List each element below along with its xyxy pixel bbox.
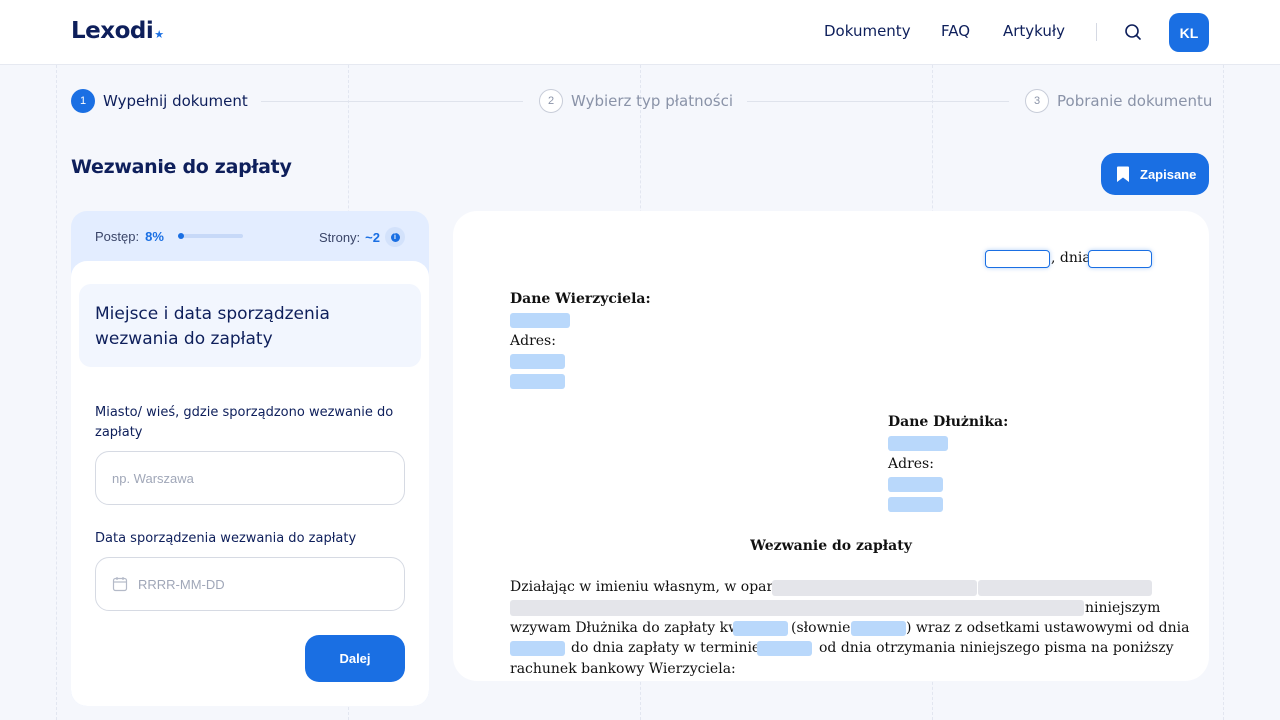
- nav-link-dokumenty[interactable]: Dokumenty: [824, 22, 911, 40]
- placeholder-creditor-city[interactable]: [510, 374, 565, 389]
- placeholder-legal-basis-cont[interactable]: [978, 580, 1152, 596]
- progress-bar: [178, 233, 243, 239]
- nav-link-faq[interactable]: FAQ: [941, 22, 970, 40]
- pages-label: Strony:: [318, 229, 361, 245]
- placeholder-creditor-address[interactable]: [510, 354, 565, 369]
- pages-indicator: Strony: ~2 i: [319, 227, 405, 247]
- calendar-icon: [112, 577, 128, 592]
- paragraph-line-1: Działając w imieniu własnym, w oparciu o: [510, 579, 808, 595]
- city-field-label: Miasto/ wieś, gdzie sporządzono wezwanie…: [95, 405, 394, 440]
- logo-star-icon: ★: [154, 28, 164, 41]
- saved-button-label: Zapisane: [1140, 166, 1197, 182]
- placeholder-legal-basis[interactable]: [772, 580, 977, 596]
- grid-line: [56, 65, 57, 720]
- form-body: Miejsce i data sporządzenia wezwania do …: [71, 261, 429, 706]
- placeholder-deadline[interactable]: [757, 641, 812, 656]
- info-icon[interactable]: i: [385, 227, 405, 247]
- placeholder-interest-date[interactable]: [510, 641, 565, 656]
- city-input[interactable]: np. Warszawa: [95, 451, 405, 505]
- step-connector: [261, 101, 523, 102]
- city-input-placeholder: np. Warszawa: [112, 470, 194, 486]
- paragraph-line-2-end: niniejszym: [1085, 600, 1161, 616]
- nav-divider: [1096, 23, 1097, 41]
- document-title: Wezwanie do zapłaty: [750, 538, 912, 554]
- paragraph-line-3b: (słownie:: [791, 620, 856, 636]
- date-input[interactable]: RRRR-MM-DD: [95, 557, 405, 611]
- search-icon[interactable]: [1122, 21, 1144, 43]
- debtor-heading: Dane Dłużnika:: [888, 414, 1009, 430]
- saved-button[interactable]: Zapisane: [1101, 153, 1209, 195]
- nav-link-artykuly[interactable]: Artykuły: [1003, 22, 1065, 40]
- placeholder-date-field[interactable]: [1088, 250, 1152, 268]
- progress-label: Postęp:: [95, 229, 140, 244]
- date-separator-text: , dnia: [1051, 250, 1091, 266]
- bookmark-icon: [1117, 166, 1129, 182]
- lexodi-logo[interactable]: Lexodi★: [71, 18, 164, 44]
- paragraph-line-4a: do dnia zapłaty w terminie: [571, 640, 761, 656]
- page-title: Wezwanie do zapłaty: [71, 156, 292, 178]
- placeholder-amount-words[interactable]: [851, 621, 906, 636]
- creditor-address-label: Adres:: [510, 333, 556, 349]
- placeholder-legal-basis-line2[interactable]: [510, 600, 1084, 616]
- next-button[interactable]: Dalej: [305, 635, 405, 682]
- creditor-heading: Dane Wierzyciela:: [510, 291, 651, 307]
- debtor-address-label: Adres:: [888, 456, 934, 472]
- step-1-number: 1: [71, 89, 95, 113]
- placeholder-city-field[interactable]: [985, 250, 1050, 268]
- progress-value: 8%: [145, 229, 164, 244]
- paragraph-line-3a: wzywam Dłużnika do zapłaty kwoty: [510, 620, 763, 636]
- paragraph-line-3c: ) wraz z odsetkami ustawowymi od dnia: [906, 620, 1190, 636]
- step-2-label: Wybierz typ płatności: [571, 92, 733, 110]
- step-1-label: Wypełnij dokument: [103, 92, 248, 110]
- progress-bar-fill: [178, 233, 184, 239]
- document-preview: , dnia Dane Wierzyciela: Adres: Dane Dłu…: [453, 211, 1209, 681]
- section-heading: Miejsce i data sporządzenia wezwania do …: [79, 284, 421, 367]
- paragraph-line-4b: od dnia otrzymania niniejszego pisma na …: [819, 640, 1174, 656]
- user-avatar[interactable]: KL: [1169, 13, 1209, 52]
- step-3-number: 3: [1025, 89, 1049, 113]
- placeholder-debtor-name[interactable]: [888, 436, 948, 451]
- placeholder-debtor-city[interactable]: [888, 497, 943, 512]
- placeholder-creditor-name[interactable]: [510, 313, 570, 328]
- pages-value: ~2: [365, 229, 380, 245]
- top-navigation-bar: Lexodi★ Dokumenty FAQ Artykuły KL: [0, 0, 1280, 65]
- paragraph-line-5: rachunek bankowy Wierzyciela:: [510, 661, 736, 677]
- date-input-placeholder: RRRR-MM-DD: [138, 576, 225, 592]
- step-2-number: 2: [539, 89, 563, 113]
- step-connector: [747, 101, 1009, 102]
- date-field-label: Data sporządzenia wezwania do zapłaty: [95, 531, 357, 546]
- placeholder-debtor-address[interactable]: [888, 477, 943, 492]
- placeholder-amount[interactable]: [733, 621, 788, 636]
- grid-line: [1223, 65, 1224, 720]
- form-panel: Postęp: 8% Strony: ~2 i Miejsce i data sp…: [71, 211, 429, 706]
- step-3-label: Pobranie dokumentu: [1057, 92, 1213, 110]
- progress-indicator: Postęp: 8%: [95, 229, 164, 244]
